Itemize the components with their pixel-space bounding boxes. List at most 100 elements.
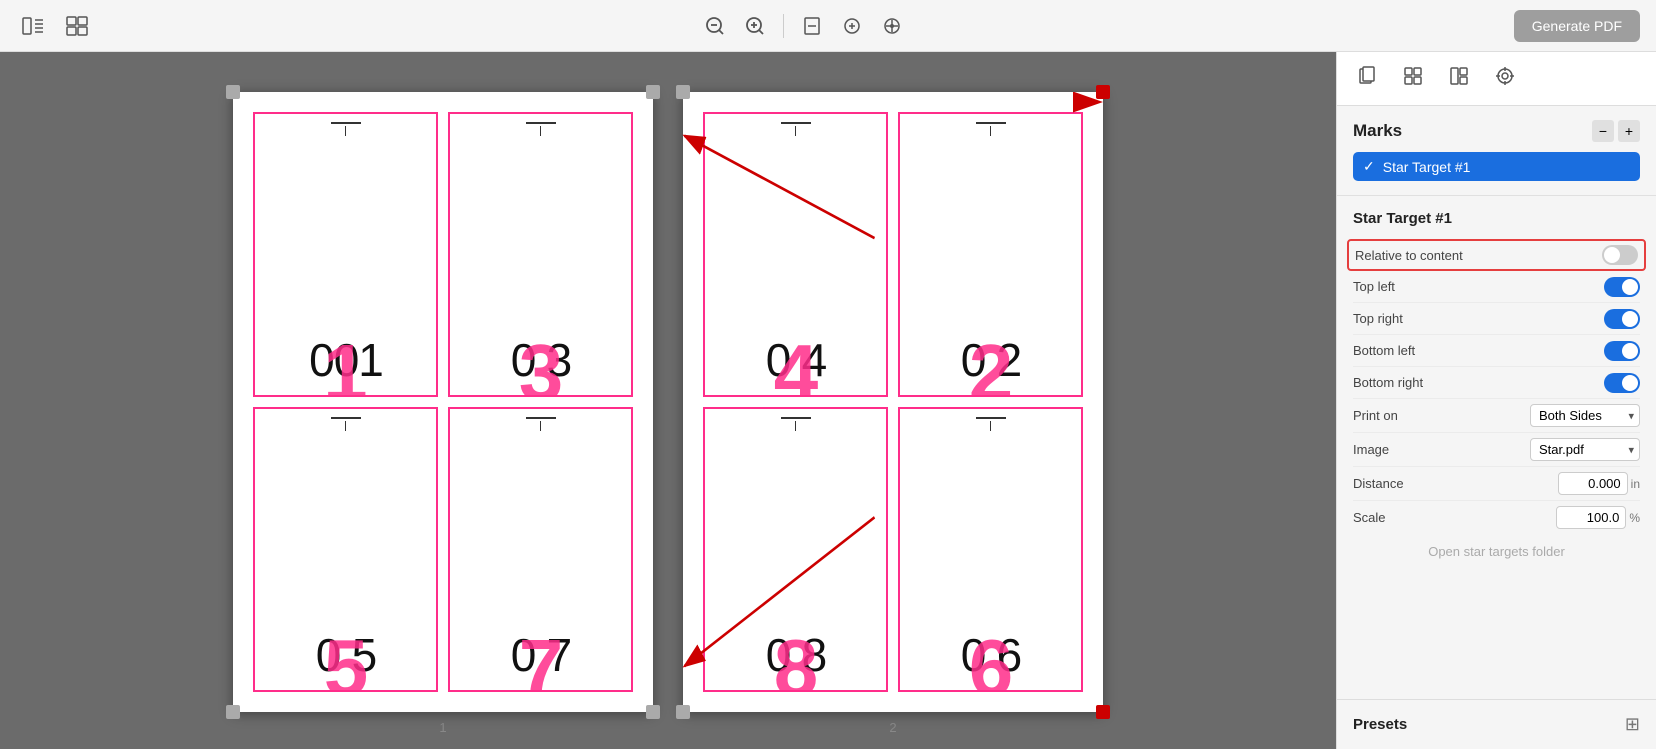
zoom-out-button[interactable] xyxy=(699,10,731,42)
card-top-mark xyxy=(526,417,556,431)
scale-label: Scale xyxy=(1353,510,1386,525)
mark-v xyxy=(795,126,797,136)
marks-plus-button[interactable]: + xyxy=(1618,120,1640,142)
presets-grid-icon[interactable]: ⊞ xyxy=(1625,714,1640,735)
scale-row: Scale % xyxy=(1353,501,1640,534)
card-1: 001 1 xyxy=(253,112,438,397)
card-3-number: 0 3 3 xyxy=(511,337,571,385)
print-on-row: Print on Both Sides Front Only Back Only xyxy=(1353,399,1640,433)
mark-h xyxy=(331,417,361,419)
marks-item-label: Star Target #1 xyxy=(1383,159,1471,175)
distance-label: Distance xyxy=(1353,476,1404,491)
print-on-select[interactable]: Both Sides Front Only Back Only xyxy=(1530,404,1640,427)
corner-br-p2 xyxy=(1096,705,1110,719)
zoom-fit-button[interactable] xyxy=(876,10,908,42)
card-5-overlay: 5 xyxy=(324,632,367,692)
page-1: 001 1 0 3 xyxy=(233,92,653,712)
bottom-right-row: Bottom right xyxy=(1353,367,1640,399)
scale-input-wrapper: % xyxy=(1556,506,1640,529)
card-top-mark xyxy=(976,417,1006,431)
card-8: 0 8 8 xyxy=(703,407,888,692)
card-8-overlay: 8 xyxy=(774,632,817,692)
relative-to-content-toggle[interactable] xyxy=(1602,245,1638,265)
toolbar-left xyxy=(16,10,94,42)
card-4-number: 0 4 4 xyxy=(766,337,826,385)
top-right-row: Top right xyxy=(1353,303,1640,335)
bottom-left-toggle[interactable] xyxy=(1604,341,1640,361)
corner-tr-p2 xyxy=(1096,85,1110,99)
toggle-knob xyxy=(1622,279,1638,295)
corner-tl-p2 xyxy=(676,85,690,99)
marks-section: Marks − + ✓ Star Target #1 xyxy=(1337,106,1656,196)
card-8-number: 0 8 8 xyxy=(766,632,826,680)
image-select[interactable]: Star.pdf xyxy=(1530,438,1640,461)
mark-v xyxy=(345,126,347,136)
top-left-label: Top left xyxy=(1353,279,1395,294)
mark-h xyxy=(526,122,556,124)
mark-h xyxy=(781,122,811,124)
page-2: 0 4 4 0 xyxy=(683,92,1103,712)
card-7: 0 7 7 xyxy=(448,407,633,692)
card-top-mark xyxy=(331,417,361,431)
marks-item-star-target[interactable]: ✓ Star Target #1 xyxy=(1353,152,1640,181)
card-2-overlay: 2 xyxy=(969,337,1012,397)
card-top-mark xyxy=(976,122,1006,136)
layout-icon-2[interactable] xyxy=(60,10,94,42)
toolbar-divider xyxy=(783,14,784,38)
bottom-left-label: Bottom left xyxy=(1353,343,1415,358)
zoom-in-button[interactable] xyxy=(739,10,771,42)
bottom-right-label: Bottom right xyxy=(1353,375,1423,390)
page-1-wrapper: 001 1 0 3 xyxy=(233,92,653,735)
fit-width-button[interactable] xyxy=(836,10,868,42)
marks-minus-button[interactable]: − xyxy=(1592,120,1614,142)
mark-v xyxy=(795,421,797,431)
card-5-number: 0 5 5 xyxy=(316,632,376,680)
marks-actions: − + xyxy=(1592,120,1640,142)
card-7-number: 0 7 7 xyxy=(511,632,571,680)
layout-icon-1[interactable] xyxy=(16,10,50,42)
card-1-overlay: 1 xyxy=(323,337,366,397)
top-left-row: Top left xyxy=(1353,271,1640,303)
image-select-wrapper: Star.pdf xyxy=(1530,438,1640,461)
top-right-toggle[interactable] xyxy=(1604,309,1640,329)
print-on-select-wrapper: Both Sides Front Only Back Only xyxy=(1530,404,1640,427)
right-panel: Marks − + ✓ Star Target #1 Star Target #… xyxy=(1336,52,1656,749)
mark-h xyxy=(526,417,556,419)
star-target-section: Star Target #1 Relative to content Top l… xyxy=(1337,196,1656,583)
card-6-overlay: 6 xyxy=(969,632,1012,692)
toggle-knob xyxy=(1622,375,1638,391)
distance-input[interactable] xyxy=(1558,472,1628,495)
open-folder-link[interactable]: Open star targets folder xyxy=(1353,534,1640,569)
card-2: 0 2 2 xyxy=(898,112,1083,397)
corner-tl-p1 xyxy=(226,85,240,99)
mark-h xyxy=(331,122,361,124)
toolbar-right: Generate PDF xyxy=(1514,10,1640,42)
toggle-knob xyxy=(1622,311,1638,327)
presets-header: Presets ⊞ xyxy=(1353,714,1640,735)
card-6-number: 0 6 6 xyxy=(961,632,1021,680)
panel-grid-icon[interactable] xyxy=(1393,60,1433,97)
top-left-toggle[interactable] xyxy=(1604,277,1640,297)
fit-page-button[interactable] xyxy=(796,10,828,42)
card-top-mark xyxy=(781,122,811,136)
card-1-number: 001 1 xyxy=(309,337,382,385)
toolbar: Generate PDF xyxy=(0,0,1656,52)
page-1-grid: 001 1 0 3 xyxy=(233,92,653,712)
relative-to-content-row: Relative to content xyxy=(1347,239,1646,271)
mark-h xyxy=(976,417,1006,419)
panel-layout-icon[interactable] xyxy=(1439,60,1479,97)
page-2-label: 2 xyxy=(683,720,1103,735)
marks-item-checkmark: ✓ xyxy=(1363,158,1375,175)
generate-pdf-button[interactable]: Generate PDF xyxy=(1514,10,1640,42)
bottom-right-toggle[interactable] xyxy=(1604,373,1640,393)
card-4-overlay: 4 xyxy=(774,337,817,397)
scale-input[interactable] xyxy=(1556,506,1626,529)
presets-title: Presets xyxy=(1353,716,1407,733)
card-2-number: 0 2 2 xyxy=(961,337,1021,385)
panel-copy-icon[interactable] xyxy=(1347,60,1387,97)
toggle-knob xyxy=(1604,247,1620,263)
mark-v xyxy=(345,421,347,431)
print-on-label: Print on xyxy=(1353,408,1398,423)
mark-h xyxy=(781,417,811,419)
panel-target-icon[interactable] xyxy=(1485,60,1525,97)
